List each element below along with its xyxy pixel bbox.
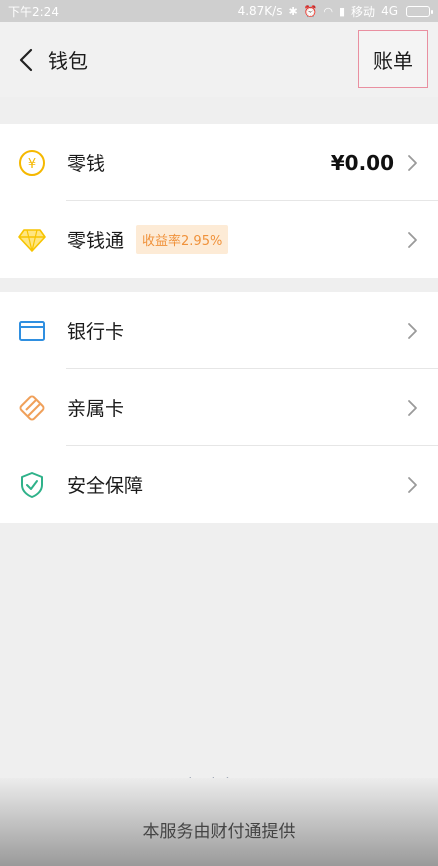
network-speed: 4.87K/s — [237, 4, 283, 18]
chevron-right-icon — [408, 231, 417, 248]
status-bar: 下午2:24 4.87K/s ✱ ⏰ ◠ ▮ 移动 4G — [0, 0, 438, 22]
list-item-bank-card[interactable]: 银行卡 — [0, 292, 438, 369]
shield-icon — [17, 470, 47, 500]
navigation-bar: 钱包 账单 — [0, 22, 438, 97]
status-icons: 4.87K/s ✱ ⏰ ◠ ▮ 移动 4G — [237, 3, 433, 20]
back-arrow-icon[interactable] — [6, 40, 46, 80]
provider-text: 本服务由财付通提供 — [142, 821, 296, 842]
family-card-icon — [17, 393, 47, 423]
diamond-icon — [17, 225, 47, 255]
list-item-security[interactable]: 安全保障 — [0, 446, 438, 523]
yuan-coin-icon: ¥ — [17, 148, 47, 178]
wifi-icon: ◠ — [323, 4, 333, 18]
family-card-label: 亲属卡 — [67, 398, 125, 420]
security-label: 安全保障 — [67, 475, 144, 497]
change-label: 零钱 — [67, 153, 106, 175]
service-section: 银行卡 亲属卡 安全保障 — [0, 292, 438, 523]
svg-text:¥: ¥ — [28, 157, 36, 172]
chevron-right-icon — [408, 322, 417, 339]
signal-icon: ▮ — [338, 4, 346, 18]
bill-button[interactable]: 账单 — [358, 30, 428, 88]
page-title: 钱包 — [48, 49, 88, 73]
battery-icon — [406, 5, 433, 17]
status-time: 下午2:24 — [8, 4, 59, 19]
chevron-right-icon — [408, 476, 417, 493]
bank-card-icon — [17, 316, 47, 346]
chevron-right-icon — [408, 154, 417, 171]
change-plus-label: 零钱通 — [67, 230, 125, 252]
list-item-change-plus[interactable]: 零钱通 收益率2.95% — [0, 201, 438, 278]
chevron-right-icon — [408, 399, 417, 416]
bank-card-label: 银行卡 — [67, 321, 125, 343]
list-item-change[interactable]: ¥ 零钱 ¥0.00 — [0, 124, 438, 201]
wallet-section: ¥ 零钱 ¥0.00 零钱通 收益率2.95% — [0, 124, 438, 278]
list-item-family-card[interactable]: 亲属卡 — [0, 369, 438, 446]
footer: 本服务由财付通提供 — [0, 778, 438, 866]
network-type: 4G — [381, 4, 398, 18]
yield-badge: 收益率2.95% — [136, 225, 229, 254]
carrier-name: 移动 — [351, 4, 376, 19]
change-balance: ¥0.00 — [330, 150, 394, 175]
bluetooth-icon: ✱ — [288, 4, 298, 18]
alarm-icon: ⏰ — [303, 4, 318, 18]
